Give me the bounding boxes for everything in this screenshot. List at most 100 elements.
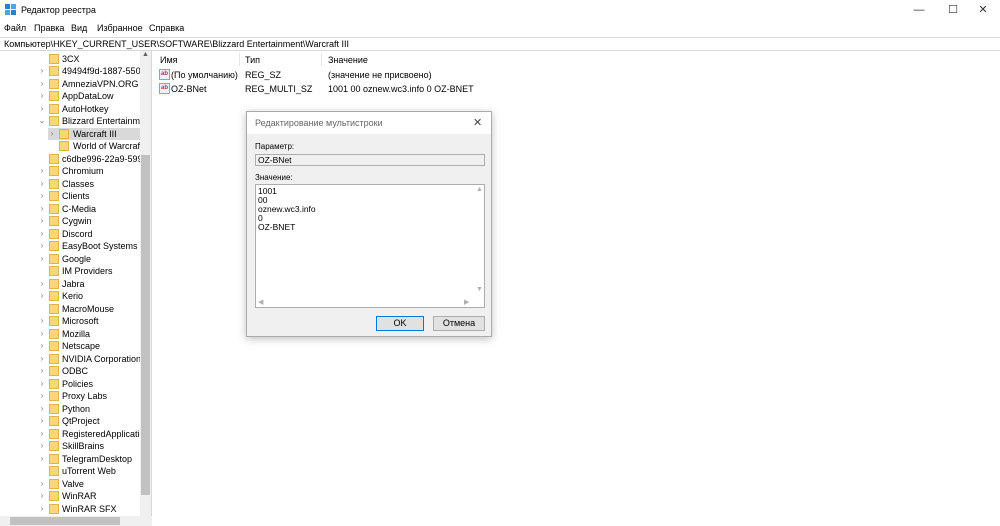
cancel-button[interactable]: Отмена: [433, 316, 485, 331]
value-row[interactable]: ab (По умолчанию) REG_SZ (значение не пр…: [155, 69, 1000, 82]
scroll-down-icon[interactable]: ▼: [476, 286, 483, 293]
value-textarea[interactable]: 1001 00 oznew.wc3.info 0 OZ-BNET ▲ ▼ ◀ ▶: [255, 184, 485, 308]
chevron-right-icon[interactable]: ›: [38, 416, 46, 425]
tree-item[interactable]: › WinRAR: [0, 490, 140, 502]
column-header-name[interactable]: Имя: [160, 55, 178, 65]
tree-item[interactable]: › Discord: [0, 228, 140, 240]
tree-item[interactable]: c6dbe996-22a9-5998: [0, 153, 148, 165]
tree-item[interactable]: › 49494f9d-1887-5500-: [0, 65, 149, 77]
tree-item[interactable]: › Proxy Labs: [0, 390, 140, 402]
param-name-field[interactable]: OZ-BNet: [255, 154, 485, 166]
column-header-value[interactable]: Значение: [328, 55, 368, 65]
column-header-type[interactable]: Тип: [245, 55, 260, 65]
ok-button[interactable]: OK: [376, 316, 424, 331]
tree-item[interactable]: uTorrent Web: [0, 465, 140, 477]
menu-help[interactable]: Справка: [149, 23, 184, 33]
chevron-right-icon[interactable]: ›: [38, 379, 46, 388]
scroll-up-icon[interactable]: ▲: [142, 51, 149, 58]
chevron-right-icon[interactable]: ›: [38, 341, 46, 350]
tree-item[interactable]: › Clients: [0, 190, 140, 202]
chevron-right-icon[interactable]: ›: [38, 166, 46, 175]
tree-item[interactable]: IM Providers: [0, 265, 140, 277]
chevron-right-icon[interactable]: ›: [38, 66, 46, 75]
chevron-right-icon[interactable]: ›: [38, 91, 46, 100]
tree-item[interactable]: › Valve: [0, 478, 140, 490]
tree-item-selected[interactable]: › Warcraft III: [48, 128, 140, 140]
scroll-up-icon[interactable]: ▲: [476, 186, 483, 193]
menu-view[interactable]: Вид: [71, 23, 87, 33]
menu-file[interactable]: Файл: [4, 23, 26, 33]
chevron-right-icon[interactable]: ›: [38, 291, 46, 300]
tree-item[interactable]: › Classes: [0, 178, 140, 190]
maximize-button[interactable]: ☐: [936, 0, 970, 20]
menu-favorites[interactable]: Избранное: [97, 23, 143, 33]
tree-item[interactable]: › EasyBoot Systems: [0, 240, 140, 252]
chevron-right-icon[interactable]: ›: [38, 104, 46, 113]
chevron-right-icon[interactable]: ›: [38, 366, 46, 375]
chevron-right-icon[interactable]: ›: [38, 504, 46, 513]
tree-item[interactable]: World of Warcraft: [0, 140, 143, 152]
close-button[interactable]: ✕: [966, 0, 1000, 20]
tree-item[interactable]: MacroMouse: [0, 303, 140, 315]
tree-item[interactable]: › AmneziaVPN.ORG: [0, 78, 140, 90]
tree-item[interactable]: › Mozilla: [0, 328, 140, 340]
chevron-right-icon[interactable]: ›: [38, 391, 46, 400]
chevron-right-icon[interactable]: ›: [38, 329, 46, 338]
chevron-right-icon[interactable]: ›: [38, 229, 46, 238]
close-icon[interactable]: ✕: [473, 116, 482, 129]
tree-item[interactable]: ⌄ Blizzard Entertainme: [0, 115, 145, 127]
scrollbar-thumb[interactable]: [141, 155, 150, 495]
menu-edit[interactable]: Правка: [34, 23, 64, 33]
scrollbar-thumb[interactable]: [10, 517, 120, 525]
chevron-right-icon[interactable]: ›: [38, 279, 46, 288]
chevron-right-icon[interactable]: ›: [38, 491, 46, 500]
tree-item[interactable]: › Google: [0, 253, 140, 265]
tree-item[interactable]: › C-Media: [0, 203, 140, 215]
chevron-right-icon[interactable]: ›: [38, 191, 46, 200]
tree-item[interactable]: 3CX: [0, 53, 140, 65]
tree-item[interactable]: › Cygwin: [0, 215, 140, 227]
chevron-right-icon[interactable]: ›: [38, 441, 46, 450]
chevron-right-icon[interactable]: ›: [38, 404, 46, 413]
tree-item[interactable]: › Chromium: [0, 165, 140, 177]
column-separator[interactable]: [239, 53, 240, 66]
chevron-down-icon[interactable]: ⌄: [38, 116, 46, 125]
tree-item[interactable]: › RegisteredApplicatic: [0, 428, 144, 440]
tree-item[interactable]: › Python: [0, 403, 140, 415]
tree-item[interactable]: › AutoHotkey: [0, 103, 140, 115]
scroll-right-icon[interactable]: ▶: [464, 298, 469, 306]
chevron-right-icon[interactable]: ›: [48, 129, 56, 138]
value-row[interactable]: ab OZ-BNet REG_MULTI_SZ 1001 00 oznew.wc…: [155, 83, 1000, 96]
minimize-button[interactable]: —: [902, 0, 936, 20]
tree-horizontal-scrollbar[interactable]: [0, 516, 152, 526]
tree-item[interactable]: › TelegramDesktop: [0, 453, 140, 465]
chevron-right-icon[interactable]: ›: [38, 429, 46, 438]
tree-item[interactable]: › Kerio: [0, 290, 140, 302]
textarea-vertical-scrollbar[interactable]: ▲ ▼: [474, 185, 484, 307]
tree-item[interactable]: › Microsoft: [0, 315, 140, 327]
column-separator[interactable]: [321, 53, 322, 66]
tree-item[interactable]: › Policies: [0, 378, 140, 390]
chevron-right-icon[interactable]: ›: [38, 479, 46, 488]
tree-item[interactable]: › Netscape: [0, 340, 140, 352]
chevron-right-icon[interactable]: ›: [38, 79, 46, 88]
chevron-right-icon[interactable]: ›: [38, 179, 46, 188]
tree-item[interactable]: › WinRAR SFX: [0, 503, 140, 515]
chevron-right-icon[interactable]: ›: [38, 204, 46, 213]
chevron-right-icon[interactable]: ›: [38, 454, 46, 463]
tree-item[interactable]: › QtProject: [0, 415, 140, 427]
tree-vertical-scrollbar[interactable]: ▲: [140, 51, 151, 526]
chevron-right-icon[interactable]: ›: [38, 316, 46, 325]
textarea-horizontal-scrollbar[interactable]: ◀ ▶: [256, 297, 476, 307]
chevron-right-icon[interactable]: ›: [38, 241, 46, 250]
chevron-right-icon[interactable]: ›: [38, 354, 46, 363]
tree-item[interactable]: › ODBC: [0, 365, 140, 377]
tree-item[interactable]: › AppDataLow: [0, 90, 140, 102]
tree-item[interactable]: › SkillBrains: [0, 440, 140, 452]
chevron-right-icon[interactable]: ›: [38, 216, 46, 225]
address-bar[interactable]: Компьютер\HKEY_CURRENT_USER\SOFTWARE\Bli…: [0, 37, 1000, 51]
scroll-left-icon[interactable]: ◀: [258, 298, 263, 306]
chevron-right-icon[interactable]: ›: [38, 254, 46, 263]
tree-item[interactable]: › Jabra: [0, 278, 140, 290]
tree-item[interactable]: › NVIDIA Corporation: [0, 353, 141, 365]
